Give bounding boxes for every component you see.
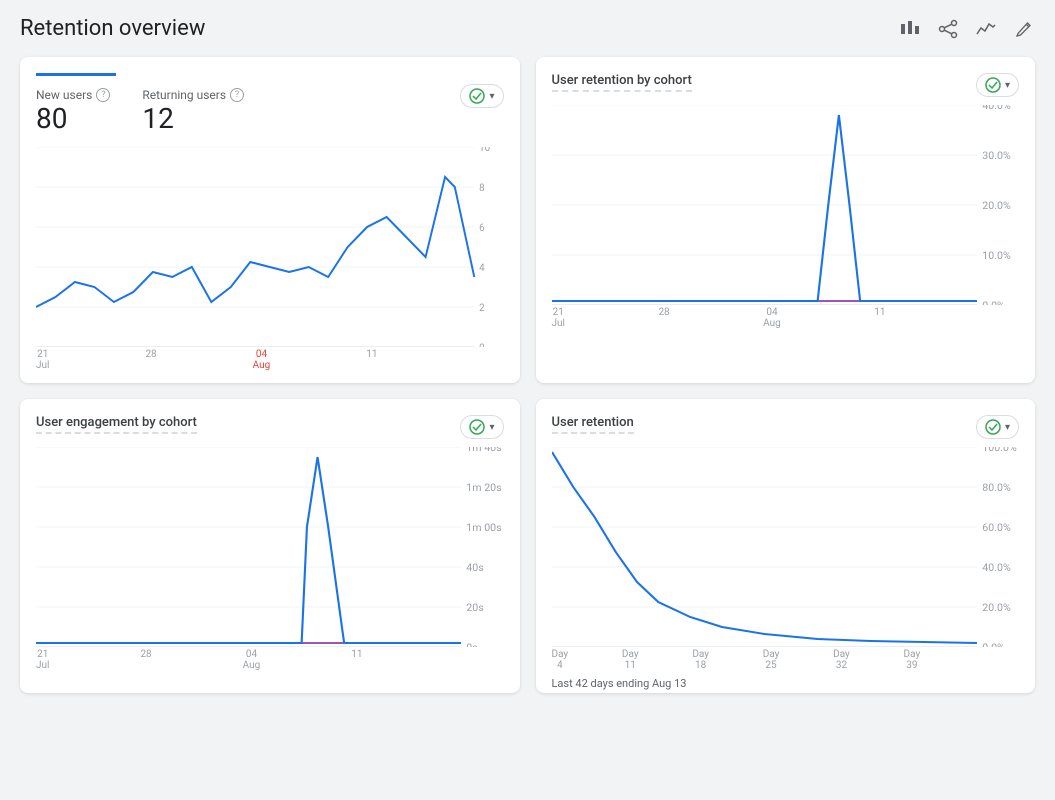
x-r-day18: Day18: [692, 649, 709, 671]
x-ec-28: 28: [140, 649, 151, 671]
retention-dropdown-chevron: ▾: [1005, 422, 1010, 433]
card-header-engagement-cohort: User engagement by cohort ▾: [36, 415, 504, 439]
x-r-day4: Day4: [552, 649, 569, 671]
retention-title: User retention: [552, 415, 634, 434]
users-check-dropdown[interactable]: ▾: [460, 84, 503, 108]
retention-cohort-chart: 40.0% 30.0% 20.0% 10.0% 0.0% 21Jul 28 04…: [552, 105, 1020, 325]
blue-tab: [36, 73, 116, 76]
svg-text:20s: 20s: [466, 601, 483, 614]
users-x-axis: 21Jul 28 04Aug 11: [36, 349, 504, 371]
x-rc-04: 04Aug: [763, 307, 781, 329]
card-header-users: New users ? 80 Returning users ? 12: [36, 84, 504, 139]
svg-text:10.0%: 10.0%: [982, 249, 1011, 262]
svg-text:80.0%: 80.0%: [982, 481, 1011, 494]
svg-text:8: 8: [479, 183, 484, 194]
retention-cohort-check-dropdown[interactable]: ▾: [976, 73, 1019, 97]
user-retention-card: User retention ▾ 100.0%: [536, 399, 1036, 693]
users-metrics: New users ? 80 Returning users ? 12: [36, 88, 244, 135]
x-label-21-jul: 21Jul: [36, 349, 49, 371]
engagement-cohort-dropdown-chevron: ▾: [489, 422, 494, 433]
svg-text:20.0%: 20.0%: [982, 601, 1011, 614]
returning-users-metric: Returning users ? 12: [142, 88, 244, 135]
x-rc-21: 21Jul: [552, 307, 565, 329]
retention-footnote: Last 42 days ending Aug 13: [552, 677, 1020, 690]
svg-text:40.0%: 40.0%: [982, 561, 1011, 574]
svg-text:0.0%: 0.0%: [982, 299, 1005, 305]
x-ec-21: 21Jul: [36, 649, 49, 671]
svg-text:1m 00s: 1m 00s: [466, 521, 501, 534]
retention-cohort-dropdown-chevron: ▾: [1005, 80, 1010, 91]
svg-text:40.0%: 40.0%: [982, 105, 1011, 112]
x-rc-28: 28: [658, 307, 669, 329]
user-engagement-cohort-card: User engagement by cohort ▾: [20, 399, 520, 693]
user-retention-cohort-card: User retention by cohort ▾: [536, 57, 1036, 383]
x-label-28: 28: [145, 349, 156, 371]
svg-text:0s: 0s: [466, 641, 477, 647]
x-r-day39: Day39: [904, 649, 921, 671]
engagement-cohort-x-axis: 21Jul 28 04Aug 11: [36, 649, 504, 671]
svg-text:30.0%: 30.0%: [982, 149, 1011, 162]
x-ec-04: 04Aug: [243, 649, 261, 671]
edit-icon[interactable]: [1013, 18, 1035, 40]
retention-cohort-title: User retention by cohort: [552, 73, 692, 92]
engagement-cohort-check-dropdown[interactable]: ▾: [460, 415, 503, 439]
card-header-retention-cohort: User retention by cohort ▾: [552, 73, 1020, 97]
x-r-day11: Day11: [622, 649, 639, 671]
svg-text:100.0%: 100.0%: [982, 447, 1017, 454]
svg-text:1m 40s: 1m 40s: [466, 447, 501, 454]
page-header: Retention overview: [20, 16, 1035, 41]
returning-users-value: 12: [142, 102, 244, 135]
retention-check-dropdown[interactable]: ▾: [976, 415, 1019, 439]
card-header-retention: User retention ▾: [552, 415, 1020, 439]
users-overview-chart: 10 8 6 4 2 0 21Jul 28 04Aug 11: [36, 147, 504, 367]
engagement-cohort-title: User engagement by cohort: [36, 415, 197, 434]
dashboard-grid: New users ? 80 Returning users ? 12: [20, 57, 1035, 693]
retention-x-axis: Day4 Day11 Day18 Day25 Day32 Day39: [552, 649, 1020, 671]
new-users-metric: New users ? 80: [36, 88, 110, 135]
svg-text:2: 2: [479, 303, 485, 314]
svg-text:0: 0: [479, 343, 484, 347]
retention-chart: 100.0% 80.0% 60.0% 40.0% 20.0% 0.0% Day4…: [552, 447, 1020, 667]
x-label-11: 11: [366, 349, 377, 371]
svg-text:0.0%: 0.0%: [982, 641, 1005, 647]
x-r-day32: Day32: [833, 649, 850, 671]
sparkline-icon[interactable]: [975, 18, 997, 40]
share-icon[interactable]: [937, 18, 959, 40]
svg-text:1m 20s: 1m 20s: [466, 481, 501, 494]
returning-users-label: Returning users ?: [142, 88, 244, 102]
x-rc-11: 11: [874, 307, 885, 329]
engagement-cohort-chart: 1m 40s 1m 20s 1m 00s 40s 20s 0s 21Jul 28…: [36, 447, 504, 677]
new-users-info-icon[interactable]: ?: [96, 88, 110, 102]
svg-text:40s: 40s: [466, 561, 483, 574]
svg-text:6: 6: [479, 223, 485, 234]
x-label-04-aug: 04Aug: [253, 349, 271, 371]
retention-cohort-x-axis: 21Jul 28 04Aug 11: [552, 307, 1020, 329]
header-icons: [899, 18, 1035, 40]
new-users-value: 80: [36, 102, 110, 135]
svg-text:10: 10: [479, 147, 490, 154]
x-r-day25: Day25: [763, 649, 780, 671]
svg-text:20.0%: 20.0%: [982, 199, 1011, 212]
compare-icon[interactable]: [899, 18, 921, 40]
users-overview-card: New users ? 80 Returning users ? 12: [20, 57, 520, 383]
page-title: Retention overview: [20, 16, 205, 41]
svg-text:4: 4: [479, 263, 485, 274]
returning-users-info-icon[interactable]: ?: [230, 88, 244, 102]
svg-text:60.0%: 60.0%: [982, 521, 1011, 534]
users-dropdown-chevron: ▾: [489, 91, 494, 102]
x-ec-11: 11: [351, 649, 362, 671]
new-users-label: New users ?: [36, 88, 110, 102]
